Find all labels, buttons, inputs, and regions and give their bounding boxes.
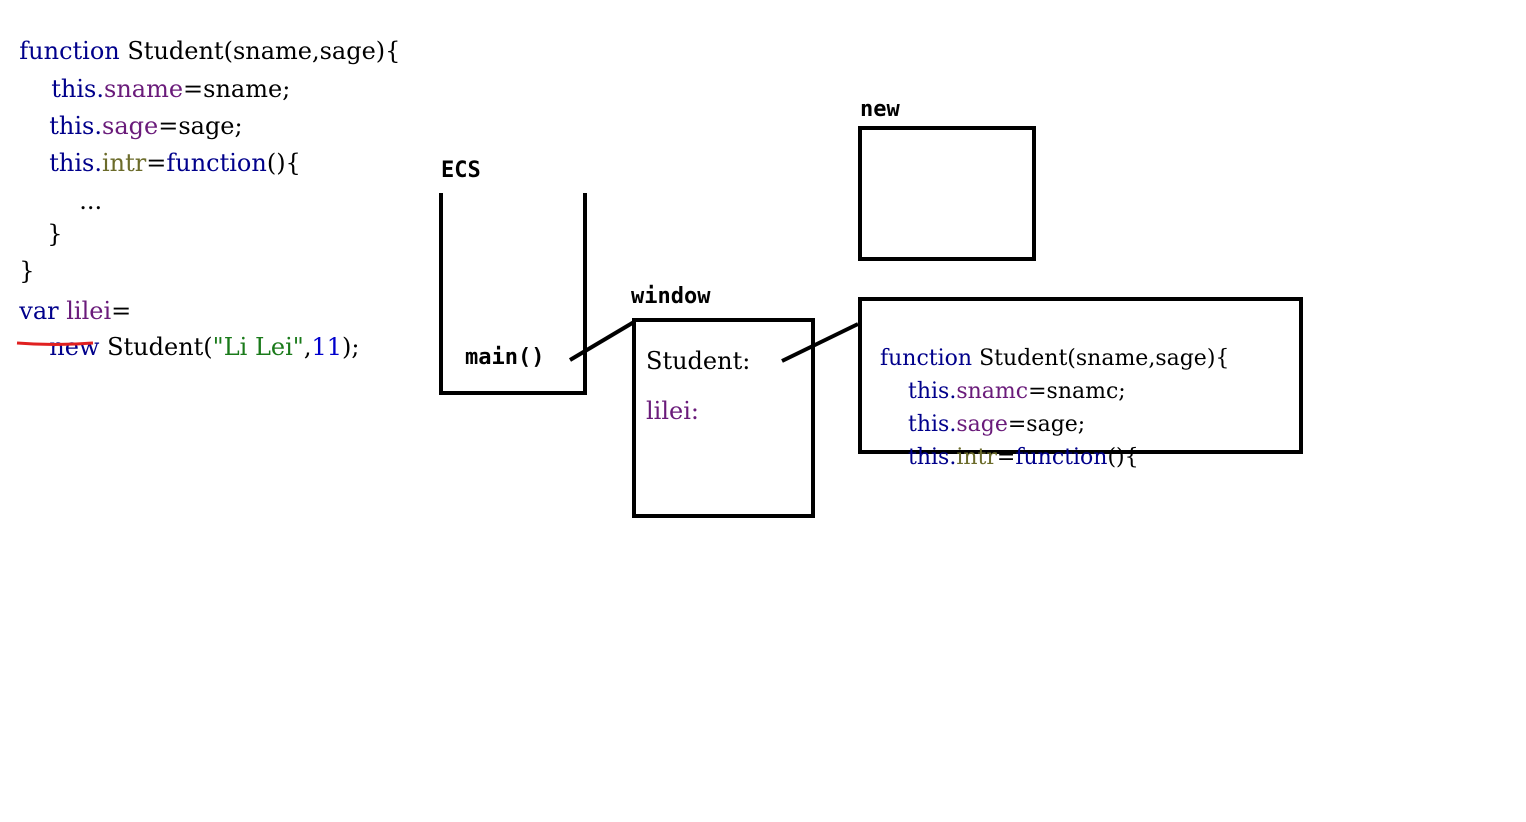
student-to-function-connector	[781, 322, 859, 363]
new-underline	[16, 341, 94, 346]
main-to-window-connector	[568, 320, 636, 362]
ecs-stack-outline	[439, 193, 587, 395]
diagram-lines	[16, 193, 859, 395]
